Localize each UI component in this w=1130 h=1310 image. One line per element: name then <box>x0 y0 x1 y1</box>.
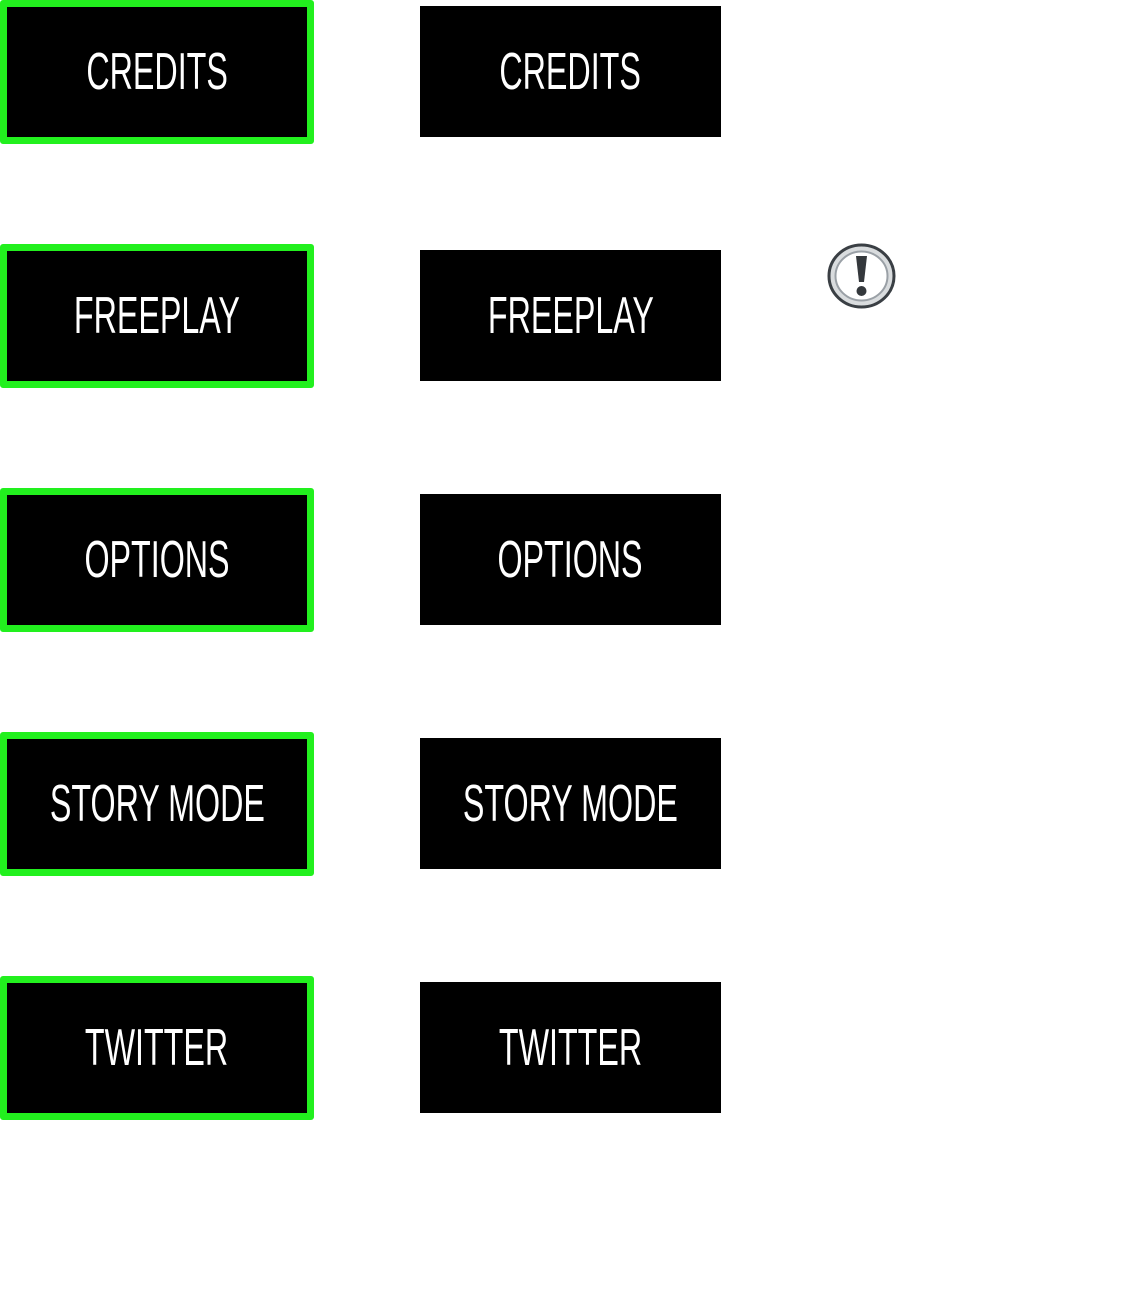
freeplay-label: FREEPLAY <box>487 286 654 345</box>
story-mode-button-selected[interactable]: STORY MODE <box>0 732 314 876</box>
credits-button[interactable]: CREDITS <box>420 6 721 137</box>
freeplay-label: FREEPLAY <box>73 287 241 345</box>
twitter-label: TWITTER <box>85 1019 229 1077</box>
options-label: OPTIONS <box>84 531 230 589</box>
story-mode-label: STORY MODE <box>463 774 679 833</box>
credits-label: CREDITS <box>86 43 228 101</box>
options-label: OPTIONS <box>497 530 644 589</box>
menu-sprite-sheet: CREDITS CREDITS FREEPLAY FREEPLAY OPTION… <box>0 0 1130 1310</box>
freeplay-button[interactable]: FREEPLAY <box>420 250 721 381</box>
story-mode-button[interactable]: STORY MODE <box>420 738 721 869</box>
twitter-button[interactable]: TWITTER <box>420 982 721 1113</box>
twitter-button-selected[interactable]: TWITTER <box>0 976 314 1120</box>
freeplay-button-selected[interactable]: FREEPLAY <box>0 244 314 388</box>
exclamation-badge-icon[interactable] <box>827 243 896 309</box>
credits-button-selected[interactable]: CREDITS <box>0 0 314 144</box>
twitter-label: TWITTER <box>498 1018 643 1077</box>
credits-label: CREDITS <box>499 42 642 101</box>
options-button[interactable]: OPTIONS <box>420 494 721 625</box>
story-mode-label: STORY MODE <box>49 775 265 833</box>
options-button-selected[interactable]: OPTIONS <box>0 488 314 632</box>
